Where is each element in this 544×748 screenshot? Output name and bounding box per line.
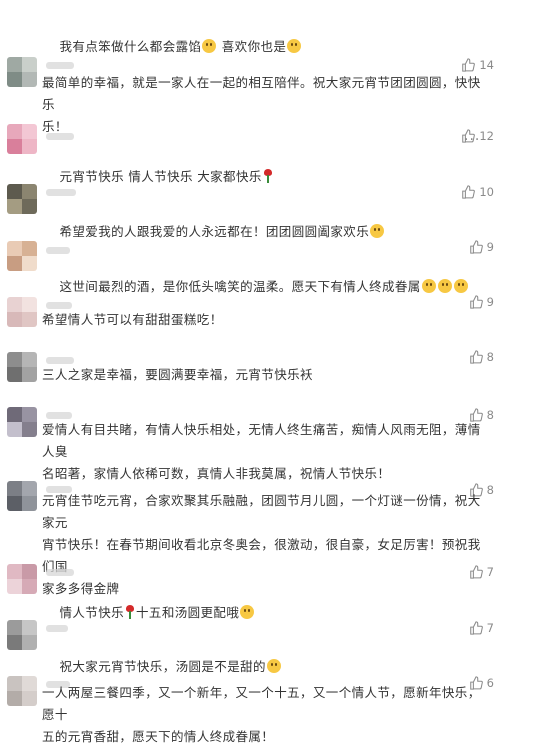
thumbs-up-icon bbox=[469, 295, 483, 309]
like-button[interactable]: 9 bbox=[469, 295, 494, 309]
thumbs-up-icon bbox=[469, 350, 483, 364]
thumbs-up-icon bbox=[462, 185, 476, 199]
thumbs-up-icon bbox=[462, 129, 476, 143]
nickname[interactable] bbox=[46, 357, 74, 364]
avatar[interactable] bbox=[7, 564, 37, 594]
comment-text: 爱情人有目共睹，有情人快乐相处，无情人终生痛苦，痴情人风雨无阻，薄情人臭 名昭著… bbox=[42, 422, 481, 481]
thumbs-up-icon bbox=[469, 621, 483, 635]
comment-text-part: 我有点笨做什么都会露馅 bbox=[59, 39, 202, 54]
comment-text-part: 这世间最烈的酒，是你低头噙笑的温柔。愿天下有情人终成眷属 bbox=[59, 279, 421, 294]
like-button[interactable]: 12 bbox=[461, 129, 494, 143]
like-button[interactable]: 9 bbox=[469, 240, 494, 254]
comment-text: 希望情人节可以有甜甜蛋糕吃！ bbox=[42, 312, 223, 327]
avatar[interactable] bbox=[7, 352, 37, 382]
avatar[interactable] bbox=[7, 407, 37, 437]
like-count: 12 bbox=[479, 129, 494, 143]
avatar[interactable] bbox=[7, 676, 37, 706]
avatar[interactable] bbox=[7, 57, 37, 87]
smile-emoji-icon bbox=[437, 279, 452, 293]
rose-icon bbox=[125, 605, 135, 619]
like-button[interactable]: 8 bbox=[469, 350, 494, 364]
nickname[interactable] bbox=[46, 133, 74, 140]
smile-emoji-icon bbox=[240, 605, 255, 619]
comment-text: 三人之家是幸福，要圆满要幸福，元宵节快乐袄 bbox=[42, 367, 313, 382]
like-count: 7 bbox=[486, 621, 494, 635]
thumbs-up-icon bbox=[469, 240, 483, 254]
nickname[interactable] bbox=[46, 302, 72, 309]
comment-text-part: 祝大家元宵节快乐，汤圆是不是甜的 bbox=[59, 659, 266, 674]
like-count: 9 bbox=[486, 240, 494, 254]
smile-emoji-icon bbox=[287, 39, 302, 53]
like-button[interactable]: 7 bbox=[469, 621, 494, 635]
nickname[interactable] bbox=[46, 625, 68, 632]
comment-text-part: 喜欢你也是 bbox=[217, 39, 287, 54]
avatar[interactable] bbox=[7, 481, 37, 511]
avatar[interactable] bbox=[7, 184, 37, 214]
nickname[interactable] bbox=[46, 412, 72, 419]
thumbs-up-icon bbox=[469, 565, 483, 579]
nickname[interactable] bbox=[46, 247, 70, 254]
like-count: 9 bbox=[486, 295, 494, 309]
like-count: 10 bbox=[479, 185, 494, 199]
comment-text-part: 希望爱我的人跟我爱的人永远都在！团团圆圆阖家欢乐 bbox=[59, 224, 370, 239]
like-button[interactable]: 7 bbox=[469, 565, 494, 579]
like-count: 7 bbox=[486, 565, 494, 579]
avatar[interactable] bbox=[7, 241, 37, 271]
comment-text-part: 元宵节快乐 情人节快乐 大家都快乐 bbox=[59, 169, 262, 184]
comment-text: 一人两屋三餐四季，又一个新年，又一个十五，又一个情人节，愿新年快乐，愿十 五的元… bbox=[42, 685, 481, 744]
thumbs-up-icon bbox=[462, 58, 476, 72]
avatar[interactable] bbox=[7, 297, 37, 327]
nickname[interactable] bbox=[46, 569, 74, 576]
rose-icon bbox=[263, 169, 273, 183]
comment-text-part: 情人节快乐 bbox=[59, 605, 125, 620]
smile-emoji-icon bbox=[421, 279, 436, 293]
smile-emoji-icon bbox=[202, 39, 217, 53]
like-button[interactable]: 10 bbox=[461, 185, 494, 199]
comment-text: 最简单的幸福，就是一家人在一起的相互陪伴。祝大家元宵节团团圆圆，快快乐 乐！ bbox=[42, 75, 481, 134]
nickname[interactable] bbox=[46, 62, 74, 69]
smile-emoji-icon bbox=[370, 224, 385, 238]
smile-emoji-icon bbox=[266, 659, 281, 673]
nickname[interactable] bbox=[46, 189, 76, 196]
like-count: 8 bbox=[486, 350, 494, 364]
comment-text-part: 十五和汤圆更配哦 bbox=[136, 605, 240, 620]
like-count: 14 bbox=[479, 58, 494, 72]
like-button[interactable]: 14 bbox=[461, 58, 494, 72]
avatar[interactable] bbox=[7, 124, 37, 154]
smile-emoji-icon bbox=[453, 279, 468, 293]
avatar[interactable] bbox=[7, 620, 37, 650]
comment-text: 我有点笨做什么都会露馅 喜欢你也是 bbox=[42, 14, 492, 80]
